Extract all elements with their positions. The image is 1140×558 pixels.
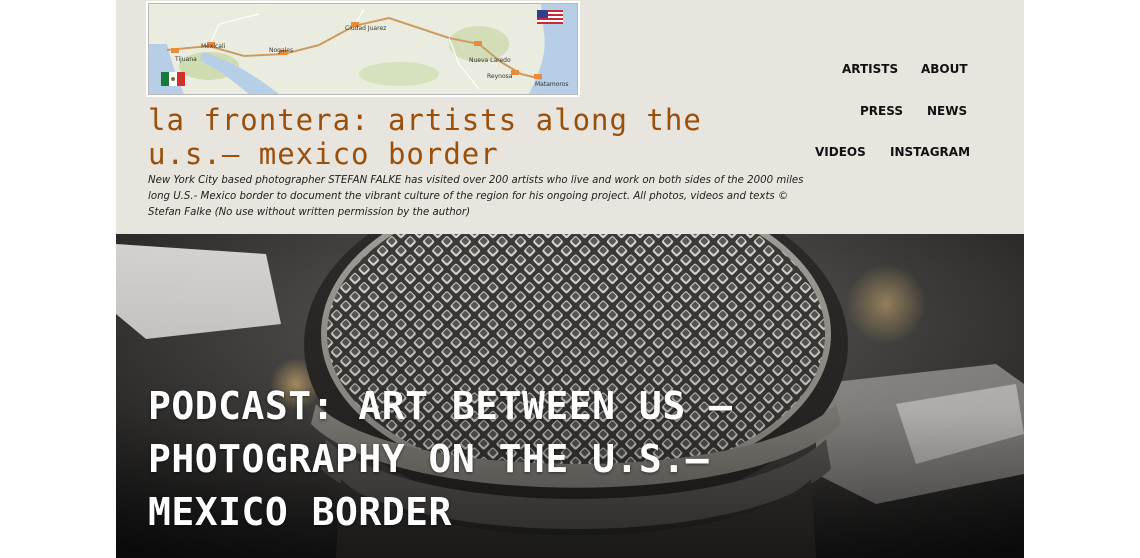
site-description: New York City based photographer STEFAN … <box>148 175 804 218</box>
map-label: Matamoros <box>535 81 569 88</box>
page: Tijuana Mexicali Nogales Ciudad Juarez N… <box>116 0 1024 558</box>
nav-instagram-link[interactable]: INSTAGRAM <box>890 145 970 159</box>
border-map-image: Tijuana Mexicali Nogales Ciudad Juarez N… <box>149 4 577 94</box>
us-flag-icon <box>537 10 563 24</box>
hero-post-title[interactable]: PODCAST: ART BETWEEN US – PHOTOGRAPHY ON… <box>148 380 868 539</box>
hero-banner[interactable]: PODCAST: ART BETWEEN US – PHOTOGRAPHY ON… <box>116 234 1024 558</box>
nav-about-link[interactable]: ABOUT <box>921 62 968 76</box>
map-label: Mexicali <box>201 43 226 50</box>
logo-map[interactable]: Tijuana Mexicali Nogales Ciudad Juarez N… <box>148 3 578 95</box>
nav-news-link[interactable]: NEWS <box>927 104 967 118</box>
nav-artists-link[interactable]: ARTISTS <box>842 62 898 76</box>
map-label: Nueva Laredo <box>469 57 511 64</box>
map-label: Tijuana <box>174 56 197 63</box>
map-label: Reynosa <box>487 73 513 80</box>
nav-press-link[interactable]: PRESS <box>860 104 903 118</box>
site-title[interactable]: la frontera: artists along the u.s.– mex… <box>148 103 798 171</box>
mexico-flag-icon <box>161 72 185 86</box>
site-header: Tijuana Mexicali Nogales Ciudad Juarez N… <box>116 0 1024 234</box>
nav-videos-link[interactable]: VIDEOS <box>815 145 866 159</box>
map-label: Ciudad Juarez <box>345 25 386 32</box>
map-label: Nogales <box>269 47 293 54</box>
